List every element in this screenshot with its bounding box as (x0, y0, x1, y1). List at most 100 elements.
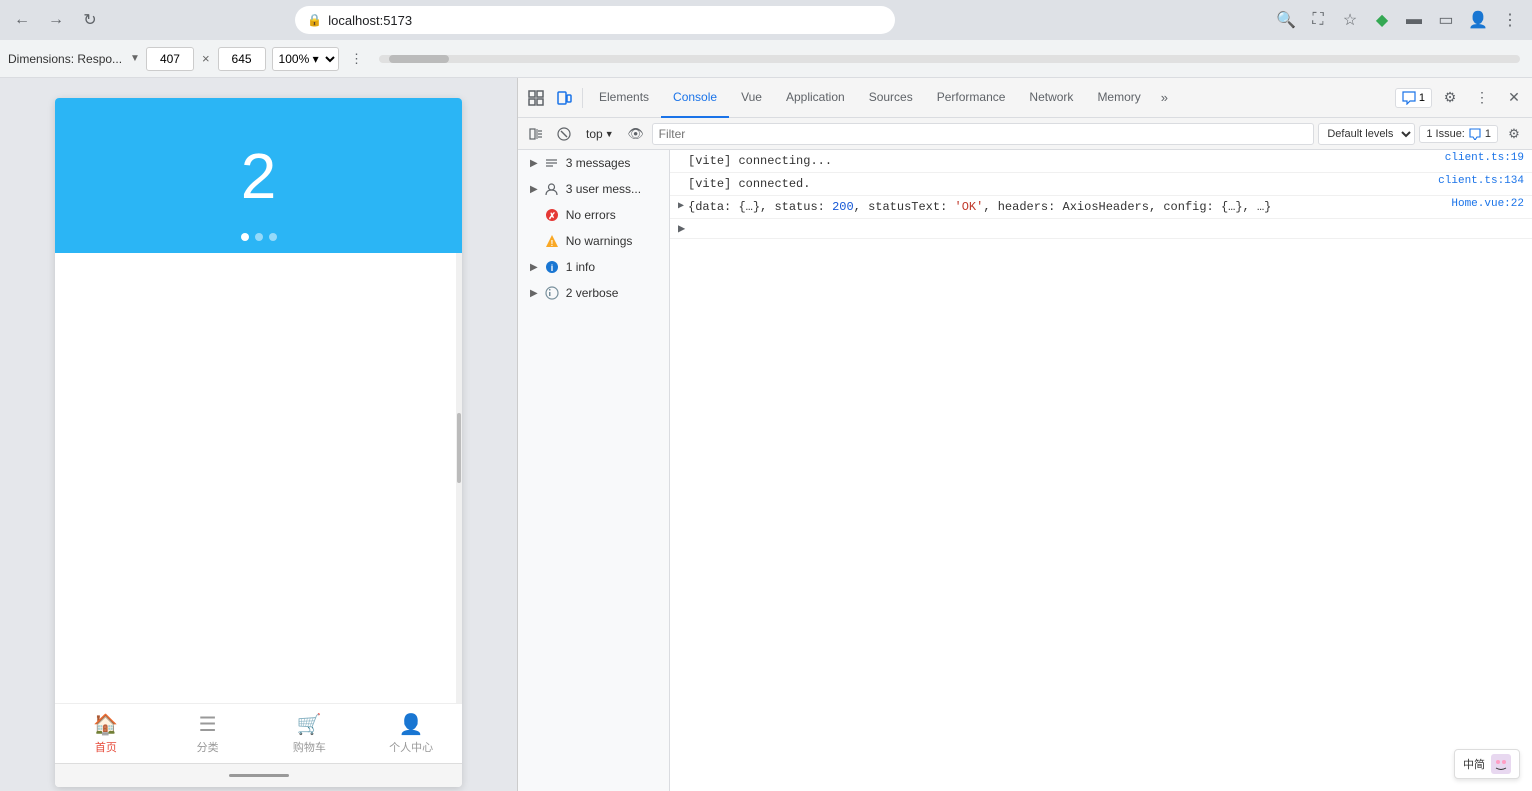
log-link-2[interactable]: client.ts:134 (1422, 175, 1524, 187)
dot-1 (241, 233, 249, 241)
sidebar-label-errors: No errors (566, 208, 616, 222)
devtools-more-button[interactable]: ⋮ (1468, 84, 1496, 112)
tab-sources[interactable]: Sources (857, 78, 925, 118)
puzzle-button[interactable]: ▬ (1400, 6, 1428, 34)
tab-application[interactable]: Application (774, 78, 857, 118)
star-button[interactable]: ☆ (1336, 6, 1364, 34)
log-link-1[interactable]: client.ts:19 (1429, 152, 1524, 164)
log-text-2: [vite] connected. (688, 175, 1422, 193)
sidebar-item-user[interactable]: ▶ 3 user mess... (518, 176, 669, 202)
profile-button[interactable]: 👤 (1464, 6, 1492, 34)
chevron-icon: ▼ (130, 53, 140, 64)
filter-input[interactable] (659, 123, 1308, 145)
log-link-3[interactable]: Home.vue:22 (1435, 198, 1524, 210)
tab-application-label: Application (786, 90, 845, 104)
console-settings-button[interactable]: ⚙ (1502, 122, 1526, 146)
tab-console-label: Console (673, 90, 717, 104)
nav-label-category: 分类 (197, 739, 219, 755)
level-selector[interactable]: Default levels (1318, 123, 1415, 145)
issue-count: 1 (1485, 128, 1491, 140)
dot-3 (269, 233, 277, 241)
nav-label-home: 首页 (95, 739, 117, 755)
sidebar-item-messages[interactable]: ▶ 3 messages (518, 150, 669, 176)
tab-sources-label: Sources (869, 90, 913, 104)
clear-console-button[interactable] (552, 122, 576, 146)
log-entry-3: ▶ {data: {…}, status: 200, statusText: '… (670, 196, 1532, 219)
nav-label-cart: 购物车 (293, 739, 326, 755)
mobile-bottom-nav: 🏠 首页 ☰ 分类 🛒 购物车 👤 个人中 (55, 703, 462, 763)
tab-network[interactable]: Network (1017, 78, 1085, 118)
log-expand-3[interactable]: ▶ (678, 198, 684, 212)
toggle-sidebar-button[interactable] (524, 122, 548, 146)
screenshot-button[interactable]: ⛶ (1304, 6, 1332, 34)
sidebar-item-verbose[interactable]: ▶ 2 verbose (518, 280, 669, 306)
chat-badge-button[interactable]: 1 (1395, 88, 1432, 108)
log-text-3: {data: {…}, status: 200, statusText: 'OK… (688, 198, 1435, 216)
sidebar-label-messages: 3 messages (566, 156, 631, 170)
banner-number: 2 (241, 139, 277, 213)
address-bar[interactable]: 🔒 localhost:5173 (295, 6, 895, 34)
device-frame: 2 (0, 78, 517, 791)
inspector-icon[interactable] (522, 84, 550, 112)
sidebar-label-verbose: 2 verbose (566, 286, 619, 300)
sidebar-item-errors[interactable]: ▶ ✗ No errors (518, 202, 669, 228)
issue-badge[interactable]: 1 Issue: 1 (1419, 125, 1498, 143)
device-toolbar-icon[interactable] (550, 84, 578, 112)
back-button[interactable]: ← (8, 6, 36, 34)
tab-console[interactable]: Console (661, 78, 729, 118)
dimensions-label: Dimensions: Respo... (8, 52, 122, 66)
nav-item-home[interactable]: 🏠 首页 (55, 704, 157, 763)
category-icon: ☰ (199, 712, 217, 737)
context-selector[interactable]: top ▼ (580, 125, 620, 143)
height-input[interactable] (218, 47, 266, 71)
log-expand-row[interactable]: ▶ (670, 219, 1532, 239)
info-icon: i (544, 259, 560, 275)
tab-performance[interactable]: Performance (925, 78, 1018, 118)
more-button[interactable]: ⋮ (1496, 6, 1524, 34)
tab-memory[interactable]: Memory (1085, 78, 1152, 118)
nav-item-profile[interactable]: 👤 个人中心 (360, 704, 462, 763)
close-devtools-button[interactable]: ✕ (1500, 84, 1528, 112)
more-tabs-button[interactable]: » (1153, 90, 1176, 105)
context-dropdown-icon: ▼ (605, 129, 614, 139)
status-text: 中简 (1463, 756, 1485, 772)
sidebar-item-warnings[interactable]: ▶ ! No warnings (518, 228, 669, 254)
arrow-user: ▶ (530, 184, 538, 195)
svg-text:✗: ✗ (548, 211, 556, 221)
sidebar-label-user: 3 user mess... (566, 182, 641, 196)
devtools-tab-bar: Elements Console Vue Application Sources… (518, 78, 1532, 118)
banner-dots (241, 233, 277, 241)
sidebar-item-info[interactable]: ▶ i 1 info (518, 254, 669, 280)
tab-vue[interactable]: Vue (729, 78, 774, 118)
tab-performance-label: Performance (937, 90, 1006, 104)
mobile-device: 2 (55, 98, 462, 787)
sidebar-label-info: 1 info (566, 260, 595, 274)
settings-icon[interactable]: ⚙ (1436, 84, 1464, 112)
console-log-area: ▶ [vite] connecting... client.ts:19 ▶ [v… (670, 150, 1532, 791)
cast-button[interactable]: ▭ (1432, 6, 1460, 34)
arrow-info: ▶ (530, 262, 538, 273)
toolbar-more-button[interactable]: ⋮ (345, 47, 369, 71)
tab-network-label: Network (1029, 90, 1073, 104)
bottom-indicator (229, 774, 289, 777)
tab-elements[interactable]: Elements (587, 78, 661, 118)
eye-button[interactable]: 👁 (624, 122, 648, 146)
nav-item-category[interactable]: ☰ 分类 (157, 704, 259, 763)
lock-icon: 🔒 (307, 13, 322, 27)
zoom-selector[interactable]: 100% ▾ (272, 47, 339, 71)
user-icon (544, 181, 560, 197)
forward-button[interactable]: → (42, 6, 70, 34)
refresh-button[interactable]: ↻ (76, 6, 104, 34)
search-button[interactable]: 🔍 (1272, 6, 1300, 34)
home-icon: 🏠 (93, 712, 118, 737)
url-text: localhost:5173 (328, 13, 412, 28)
sidebar-label-warnings: No warnings (566, 234, 633, 248)
extensions-button[interactable]: ◆ (1368, 6, 1396, 34)
nav-item-cart[interactable]: 🛒 购物车 (259, 704, 361, 763)
tab-elements-label: Elements (599, 90, 649, 104)
svg-text:!: ! (550, 239, 553, 248)
filter-container (652, 123, 1315, 145)
status-chip: 中简 (1454, 749, 1520, 779)
width-input[interactable] (146, 47, 194, 71)
main-content: 2 (0, 78, 1532, 791)
